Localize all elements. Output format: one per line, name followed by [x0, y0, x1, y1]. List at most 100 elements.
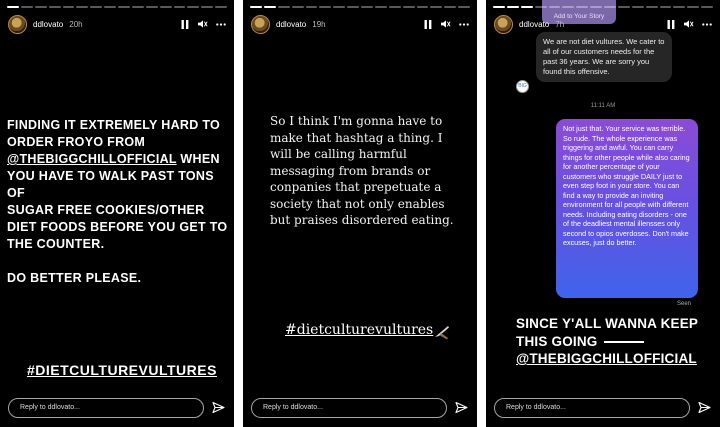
story-panel-1: ddlovato 20h FINDING IT EXTREMELY HARD T… [0, 0, 234, 427]
timestamp: 20h [69, 19, 83, 29]
pause-icon[interactable] [423, 19, 433, 29]
story-header: ddlovato 7h [494, 14, 712, 34]
story-text-line: THE COUNTER. [7, 237, 105, 251]
username[interactable]: ddlovato [519, 20, 549, 29]
progress-segment [319, 6, 332, 8]
progress-segment [277, 6, 290, 8]
progress-segment [159, 6, 172, 8]
reply-input[interactable]: Reply to ddlovato... [494, 398, 690, 418]
progress-segment [388, 6, 401, 8]
send-icon[interactable] [455, 401, 468, 414]
progress-segment [548, 6, 561, 8]
progress-segment [20, 6, 33, 8]
story-text: So I think I'm gonna have to make that h… [270, 114, 454, 227]
progress-segment [506, 6, 519, 8]
hashtag-link[interactable]: #dietculturevultures [285, 322, 433, 338]
story-panel-2: ddlovato 19h So I think I'm gonna have t… [243, 0, 477, 427]
caption-line: THIS GOING [516, 333, 598, 349]
progress-segment [645, 6, 658, 8]
timestamp: 7h [555, 19, 565, 29]
caption-divider [603, 340, 644, 343]
progress-segment [631, 6, 644, 8]
story-text-line: FINDING IT EXTREMELY HARD TO [7, 118, 221, 132]
hashtag-link[interactable]: #DIETCULTUREVULTURES [27, 362, 217, 378]
progress-segment [534, 6, 547, 8]
progress-segment [617, 6, 630, 8]
story-header: ddlovato 19h [251, 14, 469, 34]
story-text-line: SUGAR FREE COOKIES/OTHER [7, 203, 205, 217]
speaker-icon[interactable] [198, 19, 208, 29]
send-icon[interactable] [212, 401, 225, 414]
progress-segment [76, 6, 89, 8]
timestamp: 19h [312, 19, 326, 29]
progress-segment [201, 6, 214, 8]
reply-input[interactable]: Reply to ddlovato... [8, 398, 204, 418]
username[interactable]: ddlovato [33, 20, 63, 29]
progress-segment [7, 6, 19, 8]
progress-segment [659, 6, 672, 8]
pause-icon[interactable] [666, 19, 676, 29]
progress-segment [562, 6, 575, 8]
progress-segment [34, 6, 47, 8]
progress-segment [347, 6, 359, 8]
progress-segment [374, 6, 387, 8]
progress-segment [590, 6, 602, 8]
avatar[interactable] [494, 14, 513, 34]
progress-segment [444, 6, 457, 8]
progress-segment [673, 6, 686, 8]
progress-segment [687, 6, 700, 8]
more-icon[interactable] [459, 19, 469, 29]
progress-segment [520, 6, 533, 8]
more-icon[interactable] [216, 19, 226, 29]
speaker-icon[interactable] [684, 19, 694, 29]
progress-segment [173, 6, 186, 8]
dm-sender-avatar: BIG [516, 80, 529, 93]
progress-segment [291, 6, 304, 8]
progress-segment [305, 6, 318, 8]
story-caption: SINCE Y'ALL WANNA KEEP THIS GOING @THEBI… [516, 315, 716, 368]
dm-timestamp: 11:11 AM [590, 103, 616, 109]
progress-segment [604, 6, 616, 8]
progress-segment [104, 6, 116, 8]
progress-segment [701, 6, 713, 8]
story-text-line: ORDER FROYO FROM [7, 135, 146, 149]
progress-segment [215, 6, 227, 8]
progress-segment [430, 6, 443, 8]
progress-segment [145, 6, 158, 8]
progress-segment [250, 6, 262, 8]
progress-segment [576, 6, 589, 8]
progress-segment [62, 6, 75, 8]
progress-segment [263, 6, 276, 8]
seen-label: Seen [676, 301, 691, 307]
story-text-line: WHEN [180, 152, 220, 166]
story-text-line: DIET FOODS BEFORE YOU GET TO [7, 220, 228, 234]
story-text-line: YOU HAVE TO WALK PAST TONS OF [7, 169, 214, 200]
mention-link[interactable]: @THEBIGGCHILLOFFICIAL [7, 152, 177, 166]
dm-sent-message: Not just that. Your service was terrible… [556, 119, 698, 298]
caption-line: SINCE Y'ALL WANNA KEEP [516, 316, 699, 331]
send-icon[interactable] [698, 401, 711, 414]
progress-segment [118, 6, 130, 8]
avatar[interactable] [8, 14, 27, 34]
progress-segment [333, 6, 346, 8]
more-icon[interactable] [702, 19, 712, 29]
progress-segment [416, 6, 429, 8]
story-progress-bar [493, 6, 713, 8]
pause-icon[interactable] [180, 19, 190, 29]
progress-segment [458, 6, 470, 8]
reply-input[interactable]: Reply to ddlovato... [251, 398, 447, 418]
vulture-sticker-icon [433, 323, 451, 341]
story-panel-3: Add to Your Story ddlovato 7h We are not… [486, 0, 720, 427]
dm-received-message: We are not diet vultures. We cater to al… [536, 32, 672, 82]
mention-link[interactable]: @THEBIGGCHILLOFFICIAL [516, 350, 716, 368]
progress-segment [48, 6, 61, 8]
story-text-line: DO BETTER PLEASE. [7, 271, 142, 285]
story-progress-bar [7, 6, 227, 8]
story-text: FINDING IT EXTREMELY HARD TO ORDER FROYO… [7, 117, 229, 287]
avatar[interactable] [251, 14, 270, 34]
username[interactable]: ddlovato [276, 20, 306, 29]
progress-segment [402, 6, 415, 8]
progress-segment [493, 6, 505, 8]
speaker-icon[interactable] [441, 19, 451, 29]
progress-segment [187, 6, 200, 8]
